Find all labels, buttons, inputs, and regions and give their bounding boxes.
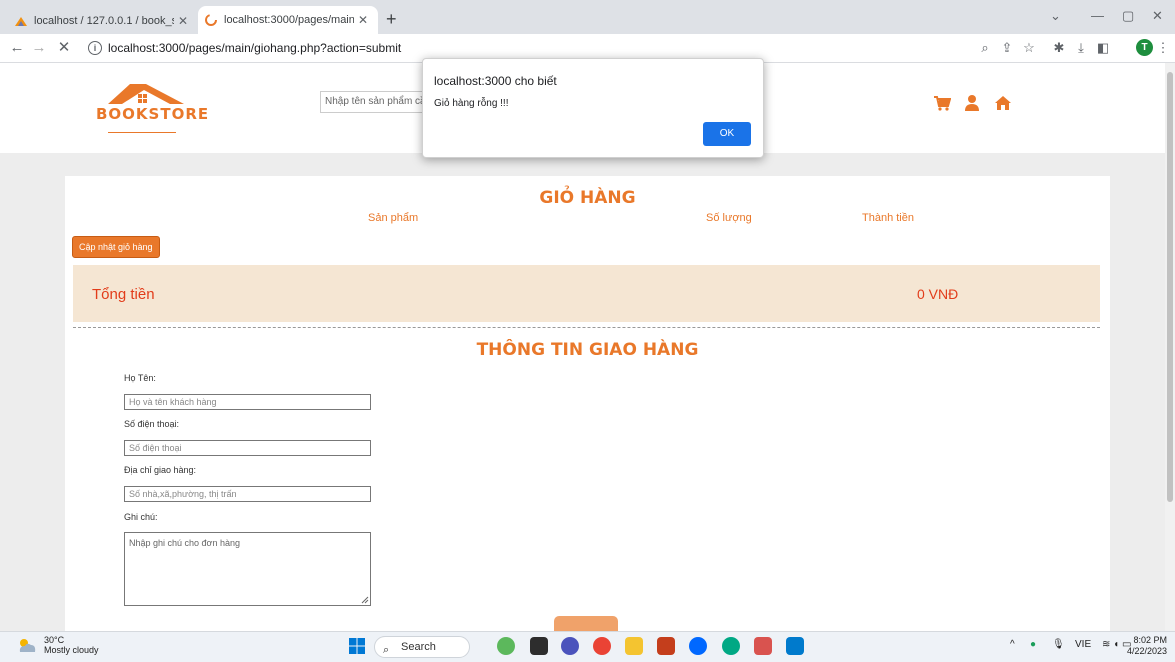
- zalo-app-icon[interactable]: [689, 637, 707, 655]
- stop-loading-icon[interactable]: ✕: [55, 38, 73, 58]
- house-logo-icon: [108, 84, 184, 104]
- column-header-product: Sản phẩm: [368, 212, 419, 224]
- back-icon[interactable]: ←: [8, 38, 26, 58]
- phone-label: Số điện thoại:: [124, 419, 180, 429]
- note-textarea[interactable]: Nhập ghi chú cho đơn hàng: [124, 532, 371, 606]
- loading-icon: [205, 14, 217, 26]
- address-bar[interactable]: i localhost:3000/pages/main/giohang.php?…: [88, 38, 1008, 58]
- tab-title: localhost:3000/pages/main/giohang: [224, 14, 354, 26]
- shipping-title: THÔNG TIN GIAO HÀNG: [476, 340, 699, 360]
- clock-date: 4/22/2023: [1127, 646, 1168, 656]
- total-value: 0 VNĐ: [917, 286, 959, 302]
- tab-search-icon[interactable]: ⌄: [1050, 8, 1061, 24]
- widgets-app-icon[interactable]: [497, 637, 515, 655]
- chat-app-icon[interactable]: [561, 637, 579, 655]
- xampp-app-icon[interactable]: [754, 637, 772, 655]
- close-window-button[interactable]: ✕: [1152, 8, 1163, 24]
- minimize-button[interactable]: —: [1091, 8, 1104, 23]
- tab-phpmyadmin[interactable]: localhost / 127.0.0.1 / book_store ✕: [8, 8, 198, 34]
- note-label: Ghi chú:: [124, 512, 158, 522]
- weather-condition: Mostly cloudy: [44, 645, 99, 655]
- phpmyadmin-icon: [15, 17, 27, 26]
- taskbar-clock[interactable]: 8:02 PM 4/22/2023: [1127, 635, 1167, 657]
- chrome-app-icon[interactable]: [593, 637, 611, 655]
- taskbar-search-label: Search: [401, 641, 436, 653]
- fullname-input[interactable]: Họ và tên khách hàng: [124, 394, 371, 410]
- extensions-icon[interactable]: ✱: [1050, 38, 1068, 58]
- column-header-quantity: Số lượng: [706, 212, 752, 224]
- tab-title: localhost / 127.0.0.1 / book_store: [34, 15, 174, 27]
- site-info-icon[interactable]: i: [88, 41, 102, 55]
- address-label: Địa chỉ giao hàng:: [124, 465, 197, 475]
- user-icon[interactable]: [963, 94, 981, 112]
- windows-start-icon[interactable]: [349, 638, 365, 654]
- logo-underline: [108, 132, 176, 133]
- language-indicator[interactable]: VIE: [1075, 639, 1091, 650]
- download-icon[interactable]: ⤓: [1072, 38, 1090, 58]
- clock-time: 8:02 PM: [1133, 635, 1167, 645]
- submit-order-button[interactable]: [554, 616, 618, 631]
- menu-icon[interactable]: ⋮: [1154, 38, 1172, 58]
- task-view-icon[interactable]: [530, 637, 548, 655]
- temperature: 30°C: [44, 635, 65, 645]
- dialog-ok-button[interactable]: OK: [703, 122, 751, 146]
- zoom-icon[interactable]: ⌕: [976, 38, 994, 58]
- side-panel-icon[interactable]: ◧: [1094, 38, 1112, 58]
- update-cart-button[interactable]: Cập nhật giỏ hàng: [72, 236, 160, 258]
- security-tray-icon[interactable]: ●: [1030, 639, 1036, 650]
- column-header-subtotal: Thành tiền: [862, 212, 914, 224]
- total-label: Tổng tiền: [92, 286, 155, 303]
- dialog-message: Giỏ hàng rỗng !!!: [434, 98, 509, 109]
- weather-widget[interactable]: 30°C Mostly cloudy: [44, 635, 99, 655]
- microphone-icon[interactable]: 🎙: [1052, 639, 1065, 650]
- show-hidden-icons[interactable]: ^: [1010, 639, 1015, 650]
- new-tab-button[interactable]: +: [386, 10, 397, 28]
- logo-text[interactable]: BOOKSTORE: [96, 105, 209, 123]
- zalo-pc-app-icon[interactable]: [722, 637, 740, 655]
- wps-office-icon[interactable]: [657, 637, 675, 655]
- resize-handle-icon[interactable]: [361, 596, 369, 604]
- bookmark-star-icon[interactable]: ☆: [1020, 38, 1038, 58]
- phone-input[interactable]: Số điện thoại: [124, 440, 371, 456]
- search-icon: ⌕: [383, 644, 390, 656]
- profile-avatar[interactable]: T: [1136, 39, 1153, 56]
- taskbar-search[interactable]: ⌕ Search: [374, 636, 470, 658]
- tab-giohang[interactable]: localhost:3000/pages/main/giohang ✕: [198, 6, 378, 34]
- url-text: localhost:3000/pages/main/giohang.php?ac…: [108, 41, 402, 55]
- file-explorer-icon[interactable]: [625, 637, 643, 655]
- home-icon[interactable]: [994, 94, 1012, 112]
- scrollbar-thumb[interactable]: [1167, 72, 1173, 502]
- address-input[interactable]: Số nhà,xã,phường, thị trấn: [124, 486, 371, 502]
- close-tab-icon[interactable]: ✕: [174, 14, 192, 28]
- vscode-app-icon[interactable]: [786, 637, 804, 655]
- cart-icon[interactable]: [933, 94, 951, 112]
- dialog-title: localhost:3000 cho biết: [434, 74, 557, 88]
- share-icon[interactable]: ⇪: [998, 38, 1016, 58]
- section-divider: [73, 327, 1100, 328]
- restore-button[interactable]: ▢: [1122, 8, 1134, 24]
- close-tab-icon[interactable]: ✕: [354, 13, 372, 27]
- cart-title: GIỎ HÀNG: [539, 188, 636, 208]
- weather-cloud-icon[interactable]: [16, 637, 38, 653]
- forward-icon[interactable]: →: [30, 38, 48, 58]
- fullname-label: Họ Tên:: [124, 373, 156, 383]
- taskbar: [0, 631, 1175, 662]
